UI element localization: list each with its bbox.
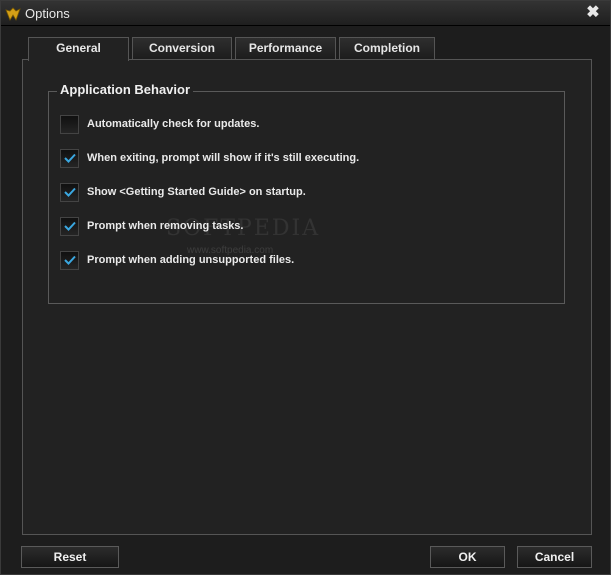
option-label: Show <Getting Started Guide> on startup.	[87, 186, 306, 198]
option-label: When exiting, prompt will show if it's s…	[87, 152, 360, 164]
checkbox-checked[interactable]	[60, 216, 79, 236]
option-check-updates[interactable]: Automatically check for updates.	[60, 114, 259, 134]
tab-completion[interactable]: Completion	[339, 37, 435, 60]
app-logo-icon	[5, 6, 21, 22]
checkmark-icon	[63, 255, 76, 265]
checkbox-unchecked[interactable]	[60, 114, 79, 134]
option-getting-started[interactable]: Show <Getting Started Guide> on startup.	[60, 182, 306, 202]
cancel-button[interactable]: Cancel	[517, 546, 592, 568]
group-title: Application Behavior	[57, 82, 194, 97]
ok-button[interactable]: OK	[430, 546, 505, 568]
reset-button[interactable]: Reset	[21, 546, 119, 568]
options-window: Options ✖ General Conversion Performance…	[0, 0, 611, 575]
option-prompt-exit[interactable]: When exiting, prompt will show if it's s…	[60, 148, 359, 168]
tab-general[interactable]: General	[28, 37, 129, 61]
checkbox-checked[interactable]	[60, 250, 79, 270]
checkbox-checked[interactable]	[60, 182, 79, 202]
checkbox-checked[interactable]	[60, 148, 79, 168]
tab-conversion[interactable]: Conversion	[132, 37, 232, 60]
application-behavior-group: Application Behavior Automatically check…	[48, 82, 565, 304]
tab-panel-general: Application Behavior Automatically check…	[22, 59, 592, 535]
window-title: Options	[25, 6, 70, 21]
tab-performance[interactable]: Performance	[235, 37, 336, 60]
title-bar[interactable]: Options ✖	[1, 1, 610, 26]
watermark-url: www.softpedia.com	[187, 245, 274, 256]
watermark: SOFTPEDIA	[166, 216, 321, 241]
checkmark-icon	[63, 221, 76, 231]
checkmark-icon	[63, 153, 76, 163]
checkmark-icon	[63, 187, 76, 197]
option-label: Automatically check for updates.	[87, 118, 260, 130]
close-icon[interactable]: ✖	[584, 4, 602, 22]
